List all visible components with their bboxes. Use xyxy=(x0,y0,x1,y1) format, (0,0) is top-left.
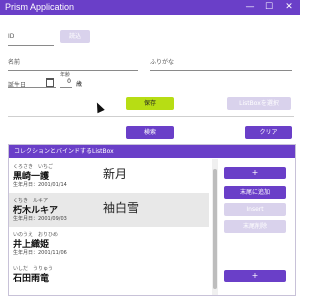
listbox-select-button[interactable]: ListBoxを選択 xyxy=(227,97,291,110)
age-value: 0 xyxy=(67,78,71,85)
add-bottom-button[interactable]: + xyxy=(224,270,286,282)
minimize-button[interactable]: — xyxy=(242,0,258,15)
kana-field[interactable] xyxy=(150,59,292,71)
item-era: 袖白雪 xyxy=(103,201,140,215)
item-birth: 生年月日：2001/11/06 xyxy=(13,250,67,256)
list-item[interactable]: くちき ルキア 朽木ルキア 生年月日：2001/09/03 袖白雪 xyxy=(9,193,209,227)
panel-header: コレクションとバインドするListBox xyxy=(9,145,295,158)
list-item[interactable]: いしだ うりゅう 石田雨竜 xyxy=(9,261,209,295)
item-era: 新月 xyxy=(103,167,128,181)
item-birth: 生年月日：2001/01/14 xyxy=(13,182,67,188)
add-top-button[interactable]: + xyxy=(224,167,286,179)
mouse-cursor-icon xyxy=(93,100,105,114)
save-button[interactable]: 保存 xyxy=(126,97,174,110)
plus-icon: + xyxy=(251,168,259,177)
age-unit: 歳 xyxy=(76,81,83,88)
divider xyxy=(8,116,294,117)
search-button[interactable]: 検索 xyxy=(126,126,174,139)
listbox-panel: コレクションとバインドするListBox くろさき いちご 黒崎一護 生年月日：… xyxy=(8,144,296,296)
window-title: Prism Application xyxy=(5,2,75,12)
age-field[interactable]: 0 xyxy=(60,76,72,88)
read-button[interactable]: 読込 xyxy=(60,30,90,43)
plus-icon: + xyxy=(251,271,259,280)
clear-button[interactable]: クリア xyxy=(245,126,292,139)
id-field[interactable] xyxy=(8,34,54,46)
maximize-button[interactable]: ☐ xyxy=(261,0,277,15)
delete-last-button[interactable]: 末尾削除 xyxy=(224,220,286,233)
person-listbox[interactable]: くろさき いちご 黒崎一護 生年月日：2001/01/14 新月 くちき ルキア… xyxy=(9,159,209,295)
add-end-button[interactable]: 末尾に追加 xyxy=(224,186,286,199)
item-birth: 生年月日：2001/09/03 xyxy=(13,216,67,222)
scrollbar-thumb[interactable] xyxy=(213,169,217,289)
item-name: 石田雨竜 xyxy=(13,274,50,284)
close-button[interactable]: ✕ xyxy=(281,0,297,15)
title-bar: Prism Application — ☐ ✕ xyxy=(0,0,300,15)
name-field[interactable] xyxy=(8,59,138,71)
list-item[interactable]: くろさき いちご 黒崎一護 生年月日：2001/01/14 新月 xyxy=(9,159,209,193)
list-item[interactable]: いのうえ おりひめ 井上織姫 生年月日：2001/11/06 xyxy=(9,227,209,261)
insert-button[interactable]: Insert xyxy=(224,203,286,216)
calendar-icon[interactable] xyxy=(46,78,54,87)
list-scrollbar[interactable] xyxy=(212,159,218,295)
